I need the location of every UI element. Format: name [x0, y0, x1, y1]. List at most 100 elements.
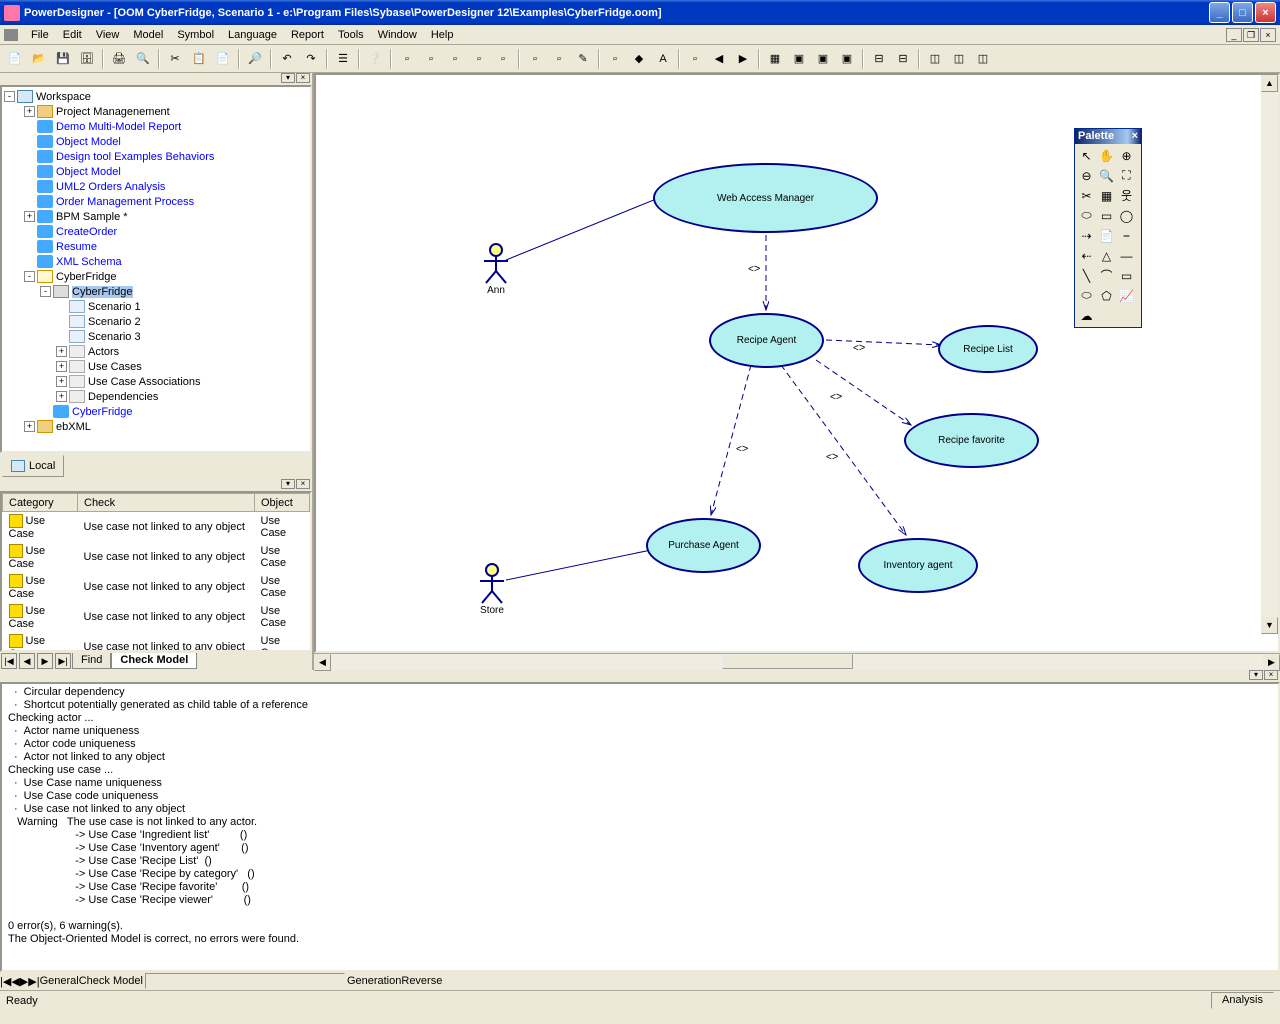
view2-button[interactable]: ◫ — [948, 48, 970, 70]
col-check[interactable]: Check — [78, 494, 255, 512]
tab-nav-next[interactable]: ▶ — [37, 653, 53, 669]
results-row[interactable]: Use CaseUse case not linked to any objec… — [3, 512, 310, 543]
menu-window[interactable]: Window — [371, 27, 424, 43]
zoom-in-tool[interactable]: ⊕ — [1117, 146, 1136, 165]
mdi-minimize-button[interactable]: _ — [1226, 28, 1242, 42]
menu-help[interactable]: Help — [424, 27, 461, 43]
tree-twisty[interactable]: + — [24, 211, 35, 222]
tb-c[interactable]: ▫ — [444, 48, 466, 70]
tb-b[interactable]: ▫ — [420, 48, 442, 70]
properties-button[interactable]: ☰ — [332, 48, 354, 70]
tree-item[interactable]: Dependencies — [88, 391, 158, 403]
tree-twisty[interactable]: + — [56, 346, 67, 357]
panel-dock-button[interactable]: ▾ — [1249, 670, 1263, 680]
line-tool[interactable]: ╲ — [1077, 266, 1096, 285]
view1-button[interactable]: ◫ — [924, 48, 946, 70]
close-button[interactable]: × — [1255, 2, 1276, 23]
panel-close-button[interactable]: × — [1264, 670, 1278, 680]
actor-tool[interactable]: 웃 — [1117, 186, 1136, 205]
assoc-tool[interactable]: — — [1117, 246, 1136, 265]
usecase-node[interactable]: Recipe Agent — [709, 313, 824, 368]
print-button[interactable]: 🖨 — [108, 48, 130, 70]
maximize-button[interactable]: □ — [1232, 2, 1253, 23]
tree-twisty[interactable]: - — [40, 286, 51, 297]
tree-item[interactable]: UML2 Orders Analysis — [56, 181, 165, 193]
mdi-close-button[interactable]: × — [1260, 28, 1276, 42]
tree-item[interactable]: Resume — [56, 241, 97, 253]
tab-nav-last[interactable]: ▶| — [28, 975, 39, 988]
tree-item[interactable]: CreateOrder — [56, 226, 117, 238]
panel-close-button[interactable]: × — [296, 479, 310, 489]
tb-h[interactable]: ✎ — [572, 48, 594, 70]
tb-f[interactable]: ▫ — [524, 48, 546, 70]
align2-button[interactable]: ⊟ — [892, 48, 914, 70]
poly-tool[interactable]: ⬠ — [1097, 286, 1116, 305]
scroll-left-button[interactable]: ◀ — [314, 654, 331, 671]
zoom-tool[interactable]: ⛶ — [1117, 166, 1136, 185]
usecase-node[interactable]: Recipe List — [938, 325, 1038, 373]
class-tool[interactable]: ▭ — [1097, 206, 1116, 225]
usecase-tool[interactable]: ⬭ — [1077, 206, 1096, 225]
scroll-up-button[interactable]: ▲ — [1261, 75, 1278, 92]
tb-l[interactable]: ▫ — [684, 48, 706, 70]
tree-twisty[interactable]: + — [56, 361, 67, 372]
tb-g[interactable]: ▫ — [548, 48, 570, 70]
tab-nav-prev[interactable]: ◀ — [11, 975, 19, 988]
canvas-scroll-h[interactable]: ◀ ▶ — [314, 653, 1280, 670]
mdi-icon[interactable] — [4, 29, 18, 41]
zoom-out-tool[interactable]: ⊖ — [1077, 166, 1096, 185]
tree-twisty[interactable]: + — [24, 106, 35, 117]
menu-view[interactable]: View — [89, 27, 127, 43]
tab-generation[interactable]: Generation — [347, 975, 401, 987]
results-row[interactable]: Use CaseUse case not linked to any objec… — [3, 632, 310, 652]
tab-find[interactable]: Find — [72, 653, 111, 669]
tab-nav-first[interactable]: |◀ — [0, 975, 11, 988]
cloud-tool[interactable]: ☁ — [1077, 306, 1096, 325]
tree-item[interactable]: Object Model — [56, 166, 121, 178]
panel-dock-button[interactable]: ▾ — [281, 73, 295, 83]
scroll-thumb[interactable] — [722, 654, 852, 669]
tree-item[interactable]: ebXML — [56, 421, 91, 433]
menu-edit[interactable]: Edit — [56, 27, 89, 43]
tb-i[interactable]: ▫ — [604, 48, 626, 70]
hand-tool[interactable]: ✋ — [1097, 146, 1116, 165]
actor-node[interactable]: Ann — [481, 243, 511, 296]
tree-item[interactable]: Demo Multi-Model Report — [56, 121, 181, 133]
tree-item[interactable]: CyberFridge — [56, 271, 117, 283]
dep-tool[interactable]: ⇠ — [1077, 246, 1096, 265]
link-tool[interactable]: ⇢ — [1077, 226, 1096, 245]
palette-close-button[interactable]: × — [1132, 130, 1138, 143]
palette[interactable]: Palette× ↖ ✋ ⊕ ⊖ 🔍 ⛶ ✂ ▦ 웃 ⬭ ▭ ◯ ⇢ 📄 ⎯ ⇠… — [1074, 128, 1142, 328]
output-panel[interactable]: Circular dependencyShortcut potentially … — [0, 682, 1280, 972]
arc-tool[interactable]: ⌒ — [1097, 266, 1116, 285]
results-row[interactable]: Use CaseUse case not linked to any objec… — [3, 572, 310, 602]
paste-button[interactable]: 📄 — [212, 48, 234, 70]
tree-twisty[interactable]: - — [24, 271, 35, 282]
tree-root-label[interactable]: Workspace — [36, 91, 91, 103]
interface-tool[interactable]: ◯ — [1117, 206, 1136, 225]
browser-tree[interactable]: -Workspace +Project ManagenementDemo Mul… — [0, 85, 312, 453]
panel-close-button[interactable]: × — [296, 73, 310, 83]
find-button[interactable]: 🔎 — [244, 48, 266, 70]
tb-m[interactable]: ◀ — [708, 48, 730, 70]
tree-twisty[interactable]: + — [56, 391, 67, 402]
col-category[interactable]: Category — [3, 494, 78, 512]
copy-button[interactable]: 📋 — [188, 48, 210, 70]
tab-nav-first[interactable]: |◀ — [1, 653, 17, 669]
usecase-node[interactable]: Purchase Agent — [646, 518, 761, 573]
tree-item[interactable]: Scenario 1 — [88, 301, 141, 313]
local-tab[interactable]: Local — [2, 455, 64, 477]
menu-language[interactable]: Language — [221, 27, 284, 43]
note-tool[interactable]: 📄 — [1097, 226, 1116, 245]
results-row[interactable]: Use CaseUse case not linked to any objec… — [3, 542, 310, 572]
gen-tool[interactable]: △ — [1097, 246, 1116, 265]
menu-report[interactable]: Report — [284, 27, 331, 43]
col-object[interactable]: Object — [255, 494, 310, 512]
tree-item[interactable]: CyberFridge — [72, 406, 133, 418]
tab-nav-next[interactable]: ▶ — [20, 975, 28, 988]
tree-item[interactable]: BPM Sample * — [56, 211, 128, 223]
chart-tool[interactable]: 📈 — [1117, 286, 1136, 305]
tree-item[interactable]: Actors — [88, 346, 119, 358]
layout2-button[interactable]: ▣ — [812, 48, 834, 70]
tb-d[interactable]: ▫ — [468, 48, 490, 70]
